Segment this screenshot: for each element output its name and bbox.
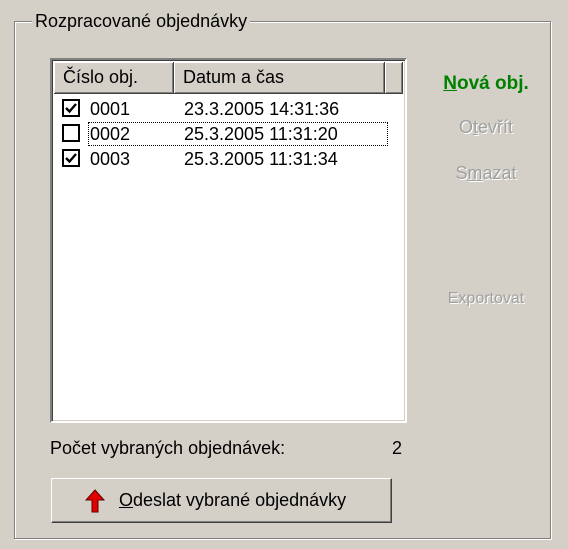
row-checkbox[interactable] <box>62 149 80 167</box>
order-number: 0003 <box>90 149 131 169</box>
check-icon <box>65 103 77 114</box>
row-checkbox[interactable] <box>62 124 80 142</box>
open-label-b: evřít <box>478 117 514 137</box>
red-up-arrow-icon <box>85 489 105 513</box>
column-header-order-number[interactable]: Číslo obj. <box>54 62 174 94</box>
send-label: Odeslat vybrané objednávky <box>119 479 346 522</box>
order-datetime: 23.3.2005 14:31:36 <box>184 99 340 119</box>
send-accesskey: O <box>119 490 134 510</box>
delete-label-a: S <box>455 163 468 183</box>
orders-listview[interactable]: Číslo obj. Datum a čas 0001 23.3.2005 14… <box>50 58 407 423</box>
groupbox-title: Rozpracované objednávky <box>32 10 251 32</box>
new-order-label: ová obj. <box>456 73 529 94</box>
open-button[interactable]: Otevřít <box>432 117 540 138</box>
selected-count-label: Počet vybraných objednávek: <box>50 438 286 458</box>
export-button[interactable]: Exportovat <box>432 290 540 308</box>
open-label-a: O <box>458 117 473 137</box>
column-header-datetime[interactable]: Datum a čas <box>174 62 385 94</box>
list-rows: 0001 23.3.2005 14:31:36 0002 25.3.2005 1… <box>54 97 403 172</box>
new-order-accesskey: N <box>443 73 457 94</box>
order-number: 0001 <box>90 99 131 119</box>
check-icon <box>65 153 77 164</box>
send-selected-orders-button[interactable]: Odeslat vybrané objednávky <box>51 478 392 523</box>
order-datetime: 25.3.2005 11:31:20 <box>184 124 338 144</box>
order-number: 0002 <box>90 124 131 144</box>
delete-label-b: azat <box>482 163 517 183</box>
order-datetime: 25.3.2005 11:31:34 <box>184 149 338 169</box>
delete-button[interactable]: Smazat <box>432 163 540 184</box>
table-row[interactable]: 0001 23.3.2005 14:31:36 <box>54 97 403 121</box>
list-header: Číslo obj. Datum a čas <box>54 62 403 94</box>
table-row[interactable]: 0003 25.3.2005 11:31:34 <box>54 147 403 171</box>
selected-count-value: 2 <box>392 438 403 458</box>
delete-accesskey: m <box>467 163 483 183</box>
new-order-button[interactable]: Nová obj. <box>432 73 540 95</box>
column-header-filler <box>385 62 403 94</box>
table-row[interactable]: 0002 25.3.2005 11:31:20 <box>54 122 403 146</box>
send-label-rest: deslat vybrané objednávky <box>133 490 347 510</box>
row-checkbox[interactable] <box>62 99 80 117</box>
